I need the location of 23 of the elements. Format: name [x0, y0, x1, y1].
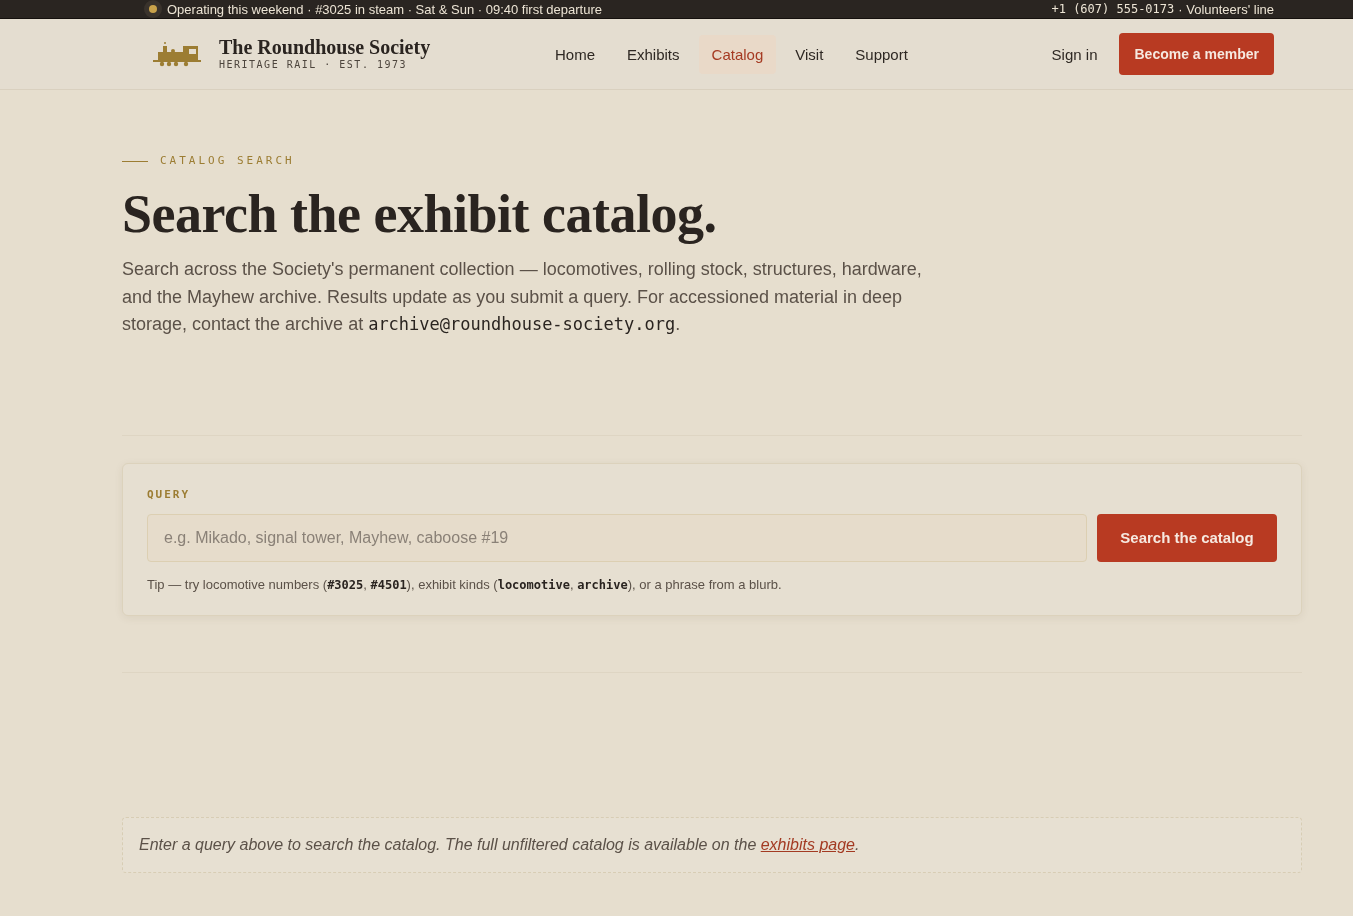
locomotive-icon[interactable] [153, 41, 201, 67]
brand-tagline: HERITAGE RAIL · EST. 1973 [219, 59, 408, 72]
nav-link[interactable]: Visit [782, 34, 837, 74]
nav-link[interactable]: Support [842, 34, 921, 74]
search-tip: Tip — try locomotive numbers (#3025, #4501), exhibit kinds (locomotive, archive), or a phrase from a blurb. [147, 576, 783, 593]
nav-link[interactable]: Home [542, 34, 608, 74]
become-member-button[interactable]: Become a member [1119, 33, 1274, 75]
page-title: Search the exhibit catalog. [122, 183, 718, 246]
query-label: QUERY [147, 487, 191, 502]
exhibits-page-link[interactable]: exhibits page [760, 835, 855, 854]
intro-paragraph: Search across the Society's permanent collection — locomotives, rolling stock, structures, hardware, and the Mayhew archive. Results update as you submit a query. For accessioned material in deep storage, contact the archive at archive@roundhouse-society.org. [122, 258, 923, 336]
nav-link[interactable]: Exhibits [614, 34, 693, 74]
empty-state-note: Enter a query above to search the catalog. The full unfiltered catalog is available on the exhibits page. [122, 816, 1302, 873]
phone-label: · Volunteers' line [1178, 1, 1274, 17]
nav-link[interactable]: Catalog [698, 34, 777, 74]
section-eyebrow: CATALOG SEARCH [160, 154, 295, 168]
brand-name[interactable]: The Roundhouse Society [219, 36, 431, 58]
sign-in-link[interactable]: Sign in [1051, 45, 1098, 63]
search-field[interactable]: e.g. Mikado, signal tower, Mayhew, caboose #19 [147, 513, 1087, 562]
phone-number: +1 (607) 555-0173 [1051, 2, 1175, 16]
search-button[interactable]: Search the catalog [1097, 513, 1277, 562]
announcement-text: Operating this weekend · #3025 in steam · Sat & Sun · 09:40 first departure [167, 1, 603, 17]
status-dot-icon [144, 0, 162, 18]
